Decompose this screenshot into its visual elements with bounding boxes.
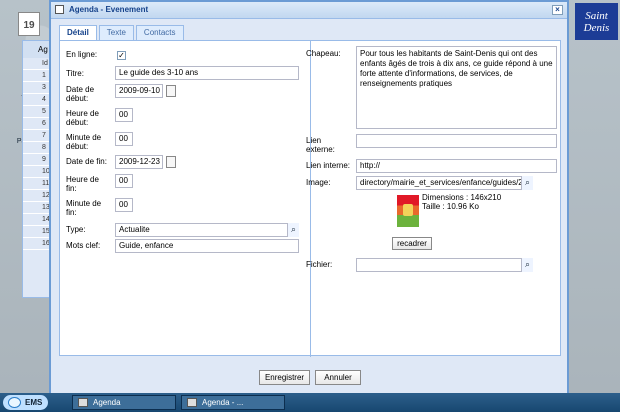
window-icon [55, 5, 64, 14]
type-label: Type: [66, 225, 86, 234]
search-icon[interactable]: ⌕ [287, 223, 299, 237]
file-label: Fichier: [306, 260, 333, 269]
image-path-field[interactable]: directory/mairie_et_services/enfance/gui… [356, 176, 531, 190]
start-date-field[interactable]: 2009-09-10 [115, 84, 163, 98]
start-date-label: Date de début: [66, 85, 95, 103]
image-thumbnail [397, 195, 419, 227]
end-date-label: Date de fin: [66, 157, 107, 166]
start-button[interactable]: EMS [3, 395, 48, 410]
internal-link-field[interactable]: http:// [356, 159, 557, 173]
taskbar-item-agenda-event[interactable]: Agenda - ... [181, 395, 285, 410]
start-minute-field[interactable]: 00 [115, 132, 133, 146]
calendar-icon[interactable]: 19 [18, 12, 40, 36]
end-minute-label: Minute de fin: [66, 199, 102, 217]
calendar-icon[interactable] [166, 85, 176, 97]
start-label: EMS [25, 398, 43, 407]
title-label: Titre: [66, 69, 84, 78]
window-icon [78, 398, 88, 407]
end-minute-field[interactable]: 00 [115, 198, 133, 212]
image-size: Taille : 10.96 Ko [422, 202, 479, 211]
save-button[interactable]: Enregistrer [259, 370, 310, 385]
taskbar-item-label: Agenda - ... [202, 398, 244, 407]
calendar-icon[interactable] [166, 156, 176, 168]
search-icon[interactable]: ⌕ [521, 258, 533, 272]
external-link-field[interactable] [356, 134, 557, 148]
event-dialog[interactable]: Agenda - Evenement × Détail Texte Contac… [49, 0, 569, 395]
taskbar-item-label: Agenda [93, 398, 121, 407]
online-checkbox[interactable]: ✓ [117, 51, 126, 60]
type-field[interactable]: Actualite [115, 223, 299, 237]
end-hour-label: Heure de fin: [66, 175, 99, 193]
end-hour-field[interactable]: 00 [115, 174, 133, 188]
saint-denis-logo: Saint Denis [575, 3, 618, 40]
tab-texte[interactable]: Texte [98, 25, 134, 40]
crop-button[interactable]: recadrer [392, 237, 432, 250]
tab-detail[interactable]: Détail [59, 25, 97, 41]
dialog-title-bar[interactable]: Agenda - Evenement × [51, 2, 567, 19]
cancel-button[interactable]: Annuler [315, 370, 361, 385]
dialog-tabs: Détail Texte Contacts [59, 25, 186, 41]
end-date-field[interactable]: 2009-12-23 [115, 155, 163, 169]
start-minute-label: Minute de début: [66, 133, 102, 151]
tab-contacts[interactable]: Contacts [135, 25, 184, 40]
file-field[interactable] [356, 258, 531, 272]
online-label: En ligne: [66, 50, 98, 59]
column-divider [310, 41, 311, 357]
summary-textarea[interactable]: Pour tous les habitants de Saint-Denis q… [356, 46, 557, 129]
detail-panel: En ligne: ✓ Titre: Le guide des 3-10 ans… [59, 40, 561, 357]
summary-label: Chapeau: [306, 49, 341, 58]
keywords-field[interactable]: Guide, enfance [115, 239, 299, 253]
taskbar-item-agenda[interactable]: Agenda [72, 395, 176, 410]
start-icon [8, 397, 21, 408]
close-button[interactable]: × [552, 5, 563, 15]
image-label: Image: [306, 178, 331, 187]
start-hour-label: Heure de début: [66, 109, 99, 127]
window-icon [187, 398, 197, 407]
start-hour-field[interactable]: 00 [115, 108, 133, 122]
external-link-label: Lien externe: [306, 136, 335, 154]
search-icon[interactable]: ⌕ [521, 176, 533, 190]
dialog-title: Agenda - Evenement [69, 5, 149, 14]
taskbar: EMS Agenda Agenda - ... [0, 393, 620, 412]
keywords-label: Mots clef: [66, 241, 101, 250]
internal-link-label: Lien interne: [306, 161, 351, 170]
title-field[interactable]: Le guide des 3-10 ans [115, 66, 299, 80]
image-dimensions: Dimensions : 146x210 [422, 193, 502, 202]
